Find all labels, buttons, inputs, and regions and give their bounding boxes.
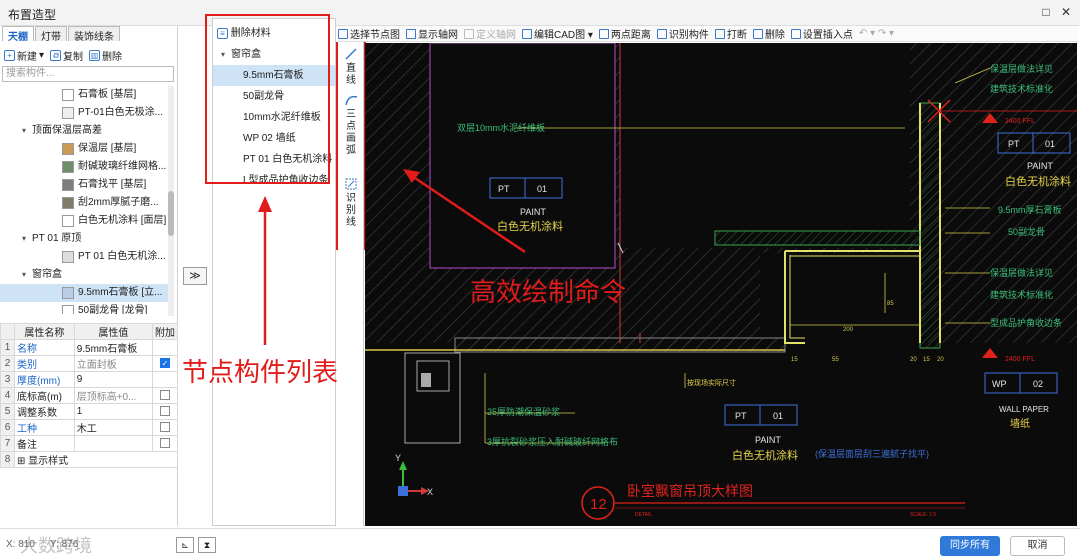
snap-toggle[interactable]: ⧗	[198, 537, 216, 553]
bottom-bar: X: 810 Y: 876 大数跨境 ⊾ ⧗ 同步所有 取消	[0, 528, 1080, 560]
ortho-icon: ⊾	[181, 540, 189, 550]
hourglass-icon: ⧗	[203, 540, 211, 550]
sync-all-button[interactable]: 同步所有	[940, 536, 1000, 556]
cancel-button[interactable]: 取消	[1010, 536, 1065, 556]
annotation-node-list: 节点构件列表	[182, 357, 339, 387]
watermark: 大数跨境	[20, 536, 92, 556]
ortho-toggle[interactable]: ⊾	[176, 537, 194, 553]
annotation-draw-commands: 高效绘制命令	[470, 277, 627, 307]
